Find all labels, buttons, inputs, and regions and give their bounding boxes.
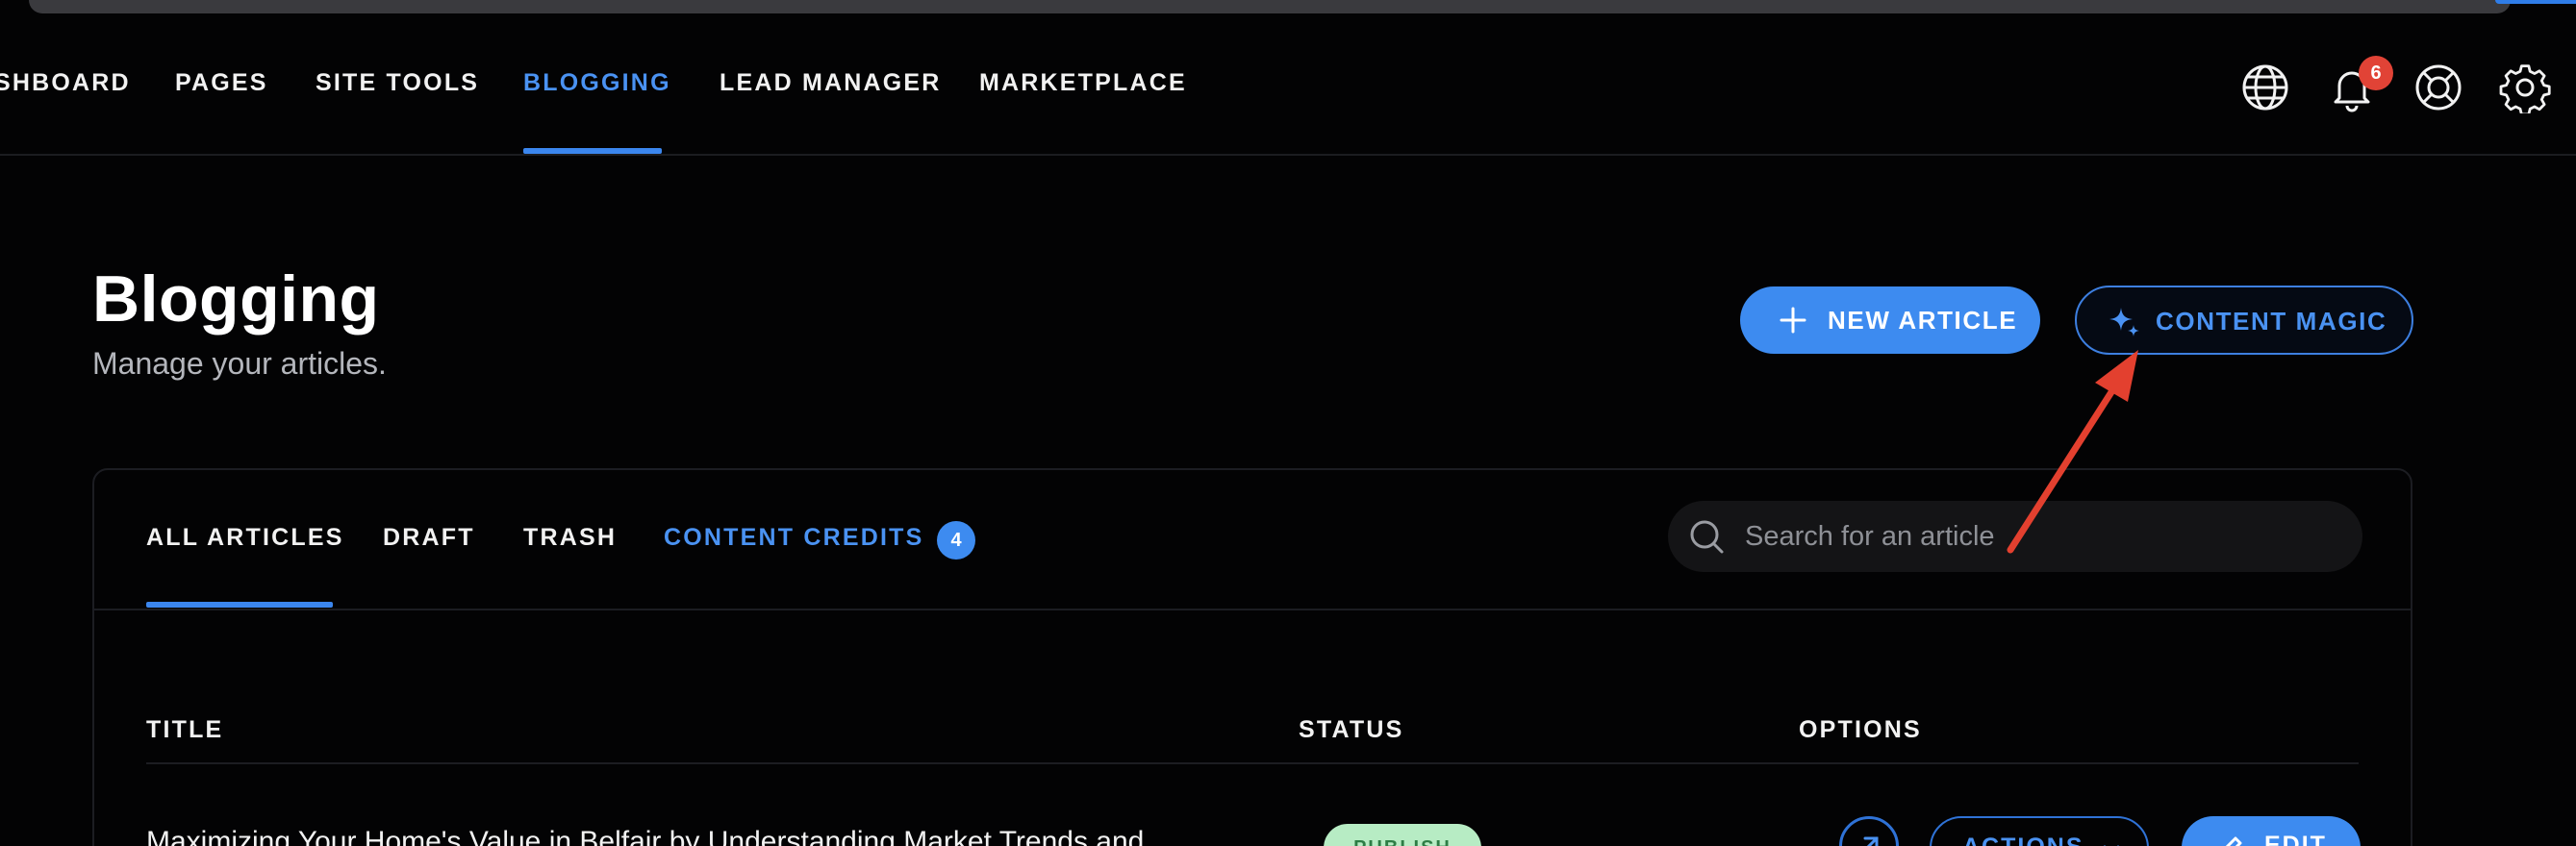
edit-article-button[interactable]: EDIT: [2182, 816, 2361, 846]
edit-label: EDIT: [2264, 832, 2327, 846]
content-magic-button[interactable]: CONTENT MAGIC: [2075, 286, 2413, 355]
article-title-link[interactable]: Maximizing Your Home's Value in Belfair …: [146, 826, 1144, 846]
browser-edge-accent: [2495, 0, 2576, 4]
nav-item-pages[interactable]: PAGES: [175, 69, 268, 102]
tab-trash[interactable]: TRASH: [523, 524, 617, 552]
search-icon: [1690, 520, 1724, 554]
page-subtitle: Manage your articles.: [92, 346, 387, 381]
actions-dropdown-button[interactable]: ACTIONS: [1930, 816, 2149, 846]
app-page: SHBOARD PAGES SITE TOOLS BLOGGING LEAD M…: [0, 0, 2576, 846]
column-header-status: STATUS: [1299, 716, 1404, 743]
tab-active-indicator: [146, 602, 333, 608]
gear-icon[interactable]: [2499, 62, 2551, 116]
browser-scrollbar-strip: [0, 0, 2576, 13]
search-input[interactable]: [1745, 501, 2341, 572]
nav-item-marketplace[interactable]: MARKETPLACE: [979, 69, 1187, 102]
top-navigation: SHBOARD PAGES SITE TOOLS BLOGGING LEAD M…: [0, 13, 2576, 156]
content-magic-label: CONTENT MAGIC: [2156, 307, 2387, 336]
nav-item-lead-manager[interactable]: LEAD MANAGER: [720, 69, 942, 102]
external-link-icon: [1863, 836, 1879, 846]
tab-content-credits[interactable]: CONTENT CREDITS: [664, 524, 924, 552]
tab-all-articles[interactable]: ALL ARTICLES: [146, 524, 344, 552]
actions-label: ACTIONS: [1962, 834, 2084, 846]
credits-count-badge: 4: [937, 521, 975, 560]
pencil-icon: [2225, 836, 2242, 846]
page-title: Blogging: [92, 262, 380, 336]
nav-item-dashboard[interactable]: SHBOARD: [0, 69, 131, 102]
nav-item-site-tools[interactable]: SITE TOOLS: [316, 69, 479, 102]
status-badge: PUBLISH: [1324, 824, 1481, 846]
globe-icon[interactable]: [2239, 62, 2291, 113]
nav-item-blogging[interactable]: BLOGGING: [523, 69, 671, 102]
article-search[interactable]: [1668, 501, 2362, 572]
tab-draft[interactable]: DRAFT: [383, 524, 475, 552]
new-article-label: NEW ARTICLE: [1828, 306, 2018, 335]
sparkle-icon: [2109, 308, 2139, 336]
article-tabs: ALL ARTICLES DRAFT TRASH CONTENT CREDITS…: [94, 470, 2411, 610]
table-header: TITLE STATUS OPTIONS: [146, 716, 2359, 764]
column-header-options: OPTIONS: [1799, 716, 1922, 743]
notification-badge: 6: [2359, 56, 2393, 90]
articles-card: ALL ARTICLES DRAFT TRASH CONTENT CREDITS…: [92, 468, 2412, 846]
new-article-button[interactable]: NEW ARTICLE: [1740, 286, 2040, 354]
open-article-button[interactable]: [1839, 816, 1899, 846]
nav-active-indicator: [523, 148, 662, 154]
plus-icon: [1780, 307, 1806, 334]
column-header-title[interactable]: TITLE: [146, 716, 223, 744]
browser-scrollbar[interactable]: [29, 0, 2511, 13]
lifebuoy-icon[interactable]: [2412, 62, 2464, 113]
chevron-down-icon: [2103, 845, 2120, 846]
